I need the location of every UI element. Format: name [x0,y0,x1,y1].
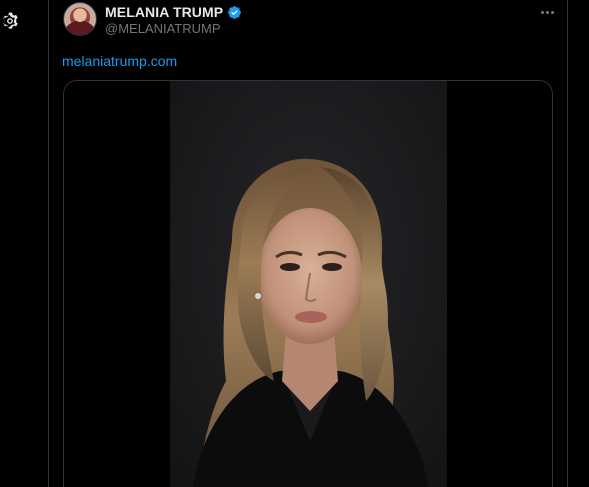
media-card [63,80,553,487]
author-display-name[interactable]: MELANIA TRUMP [105,4,223,20]
more-options-dot [545,10,549,14]
timeline-right-border [567,0,568,487]
author-handle[interactable]: @MELANIATRUMP [105,21,221,36]
avatar[interactable] [63,2,97,36]
video-player[interactable] [170,81,447,487]
tweet-link[interactable]: melaniatrump.com [62,53,177,69]
verified-badge-icon [228,5,242,19]
author-name-row: MELANIA TRUMP [105,4,242,20]
page: MELANIA TRUMP @MELANIATRUMP melaniatrump… [0,0,589,487]
more-options-button[interactable] [537,2,557,22]
gear-icon [3,12,18,29]
settings-button[interactable] [0,10,21,32]
tweet[interactable]: MELANIA TRUMP @MELANIATRUMP melaniatrump… [49,0,567,487]
more-options-dot [540,10,544,14]
video-frame [170,81,447,487]
more-options-dot [550,10,554,14]
